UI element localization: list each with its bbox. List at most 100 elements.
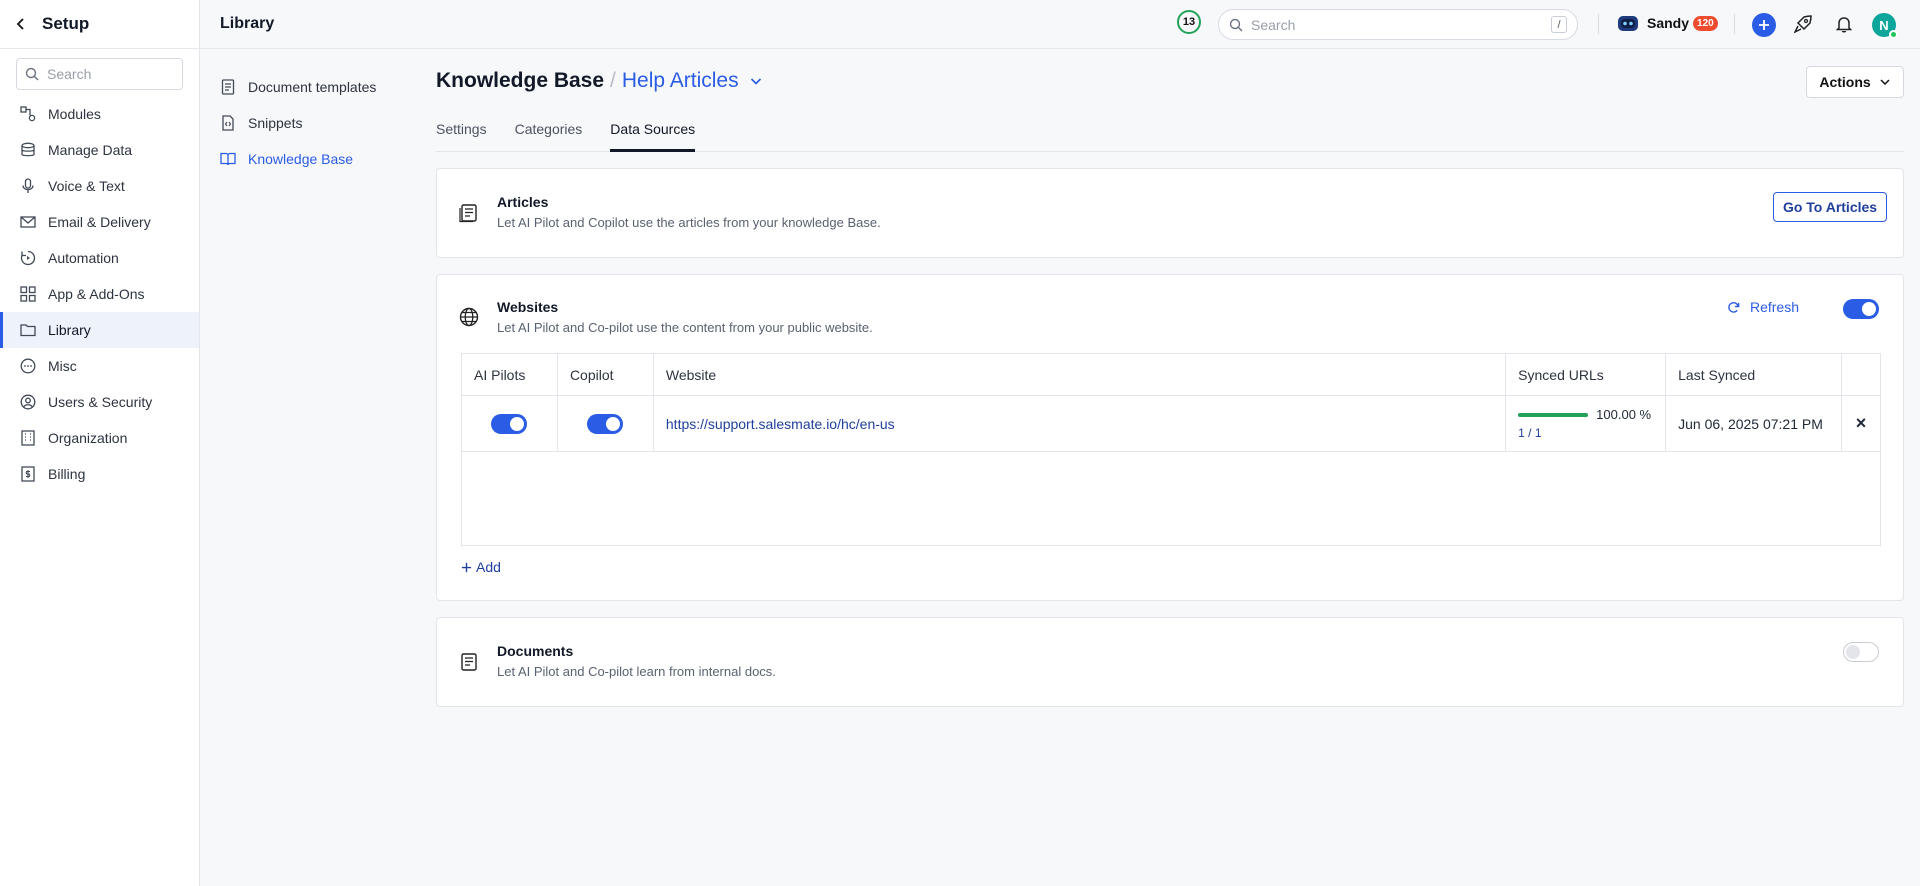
- sidebar-item-label: Modules: [48, 106, 101, 122]
- library-item-snippets[interactable]: Snippets: [200, 105, 430, 141]
- ai-pilots-cell: [461, 395, 558, 452]
- sidebar-item-label: Misc: [48, 358, 77, 374]
- book-icon: [220, 152, 236, 166]
- library-item-document-templates[interactable]: Document templates: [200, 69, 430, 105]
- chevron-left-icon[interactable]: [14, 17, 28, 31]
- column-header-copilot: Copilot: [556, 353, 654, 396]
- sidebar-item-billing[interactable]: Billing: [0, 456, 199, 492]
- tab-bar: Settings Categories Data Sources: [436, 119, 1904, 152]
- sidebar-item-label: Manage Data: [48, 142, 133, 158]
- sidebar-item-organization[interactable]: Organization: [0, 420, 199, 456]
- websites-title: Websites: [497, 299, 559, 315]
- documents-enable-toggle[interactable]: [1843, 642, 1879, 662]
- sidebar-item-users-security[interactable]: Users & Security: [0, 384, 199, 420]
- articles-icon: [459, 204, 477, 223]
- sync-percent-label: 100.00 %: [1596, 407, 1652, 422]
- sync-count: 1 / 1: [1518, 426, 1542, 440]
- sidebar-item-email-delivery[interactable]: Email & Delivery: [0, 204, 199, 240]
- code-file-icon: [222, 115, 234, 131]
- ai-pilots-toggle[interactable]: [491, 413, 528, 434]
- setup-search-input[interactable]: Search: [16, 58, 183, 90]
- sidebar-item-label: Automation: [48, 250, 119, 266]
- actions-button[interactable]: Actions: [1806, 66, 1904, 98]
- folder-icon: [20, 324, 36, 337]
- tab-categories[interactable]: Categories: [515, 119, 583, 152]
- modules-icon: [20, 106, 36, 122]
- sidebar-item-label: Billing: [48, 466, 86, 482]
- avatar[interactable]: N: [1872, 13, 1898, 39]
- mail-icon: [20, 216, 36, 228]
- sidebar-item-manage-data[interactable]: Manage Data: [0, 132, 199, 168]
- column-header-last-synced: Last Synced: [1665, 353, 1842, 396]
- copilot-cell: [556, 395, 654, 452]
- user-menu[interactable]: Sandy 120: [1617, 13, 1718, 33]
- sidebar-item-label: Users & Security: [48, 394, 153, 410]
- table-header-row: AI Pilots Copilot Website Synced URLs La…: [461, 353, 1882, 396]
- notification-count-badge[interactable]: 13: [1177, 10, 1201, 34]
- sidebar-item-label: Voice & Text: [48, 178, 125, 194]
- online-status-dot: [1889, 30, 1898, 39]
- document-icon: [461, 653, 477, 671]
- sidebar-item-modules[interactable]: Modules: [0, 96, 199, 132]
- library-item-label: Knowledge Base: [248, 151, 354, 167]
- search-shortcut-key: /: [1551, 16, 1567, 33]
- setup-title: Setup: [42, 14, 90, 33]
- column-header-ai-pilots: AI Pilots: [461, 353, 558, 396]
- breadcrumb-separator: /: [610, 69, 616, 92]
- microphone-icon: [22, 178, 34, 193]
- sidebar-item-library[interactable]: Library: [0, 312, 199, 348]
- add-label: Add: [476, 559, 501, 575]
- add-website-button[interactable]: Add: [461, 559, 501, 575]
- sidebar-item-label: App & Add-Ons: [48, 286, 145, 302]
- library-item-label: Snippets: [248, 115, 303, 131]
- chevron-down-icon: [1880, 79, 1890, 86]
- breadcrumb: Knowledge Base / Help Articles: [436, 69, 763, 93]
- breadcrumb-current[interactable]: Help Articles: [622, 69, 739, 93]
- rocket-icon[interactable]: [1794, 15, 1812, 33]
- globe-icon: [459, 307, 479, 327]
- sidebar-item-voice-text[interactable]: Voice & Text: [0, 168, 199, 204]
- quick-add-button[interactable]: [1752, 13, 1776, 37]
- library-subnav: Library Document templates Snippets Know…: [200, 0, 430, 886]
- sidebar-item-label: Library: [48, 322, 91, 338]
- chevron-down-icon[interactable]: [749, 74, 763, 88]
- plus-icon: [1759, 20, 1769, 30]
- search-icon: [25, 67, 39, 81]
- sync-progress-bar: [1518, 412, 1589, 417]
- setup-header: Setup: [0, 0, 199, 49]
- table-row: https://support.salesmate.io/hc/en-us 10…: [461, 395, 1882, 452]
- bell-icon[interactable]: [1835, 15, 1853, 33]
- articles-description: Let AI Pilot and Copilot use the article…: [497, 215, 881, 230]
- breadcrumb-root[interactable]: Knowledge Base: [436, 69, 604, 93]
- library-item-label: Document templates: [248, 79, 377, 95]
- go-to-articles-button[interactable]: Go To Articles: [1773, 192, 1887, 222]
- sidebar-item-label: Email & Delivery: [48, 214, 151, 230]
- tab-settings[interactable]: Settings: [436, 119, 487, 152]
- billing-icon: [21, 466, 35, 482]
- documents-description: Let AI Pilot and Co-pilot learn from int…: [497, 664, 776, 679]
- tab-data-sources[interactable]: Data Sources: [610, 119, 696, 152]
- sidebar-item-automation[interactable]: Automation: [0, 240, 199, 276]
- search-icon: [1229, 18, 1243, 31]
- setup-sidebar: Setup Search Modules Manage Data Voice &…: [0, 0, 200, 886]
- websites-table: AI Pilots Copilot Website Synced URLs La…: [461, 353, 1882, 452]
- sidebar-item-apps[interactable]: App & Add-Ons: [0, 276, 199, 312]
- column-header-synced-urls: Synced URLs: [1505, 353, 1667, 396]
- plus-icon: [461, 562, 472, 572]
- websites-description: Let AI Pilot and Co-pilot use the conten…: [497, 320, 873, 335]
- website-cell: https://support.salesmate.io/hc/en-us: [652, 395, 1507, 452]
- library-item-knowledge-base[interactable]: Knowledge Base: [200, 141, 430, 177]
- website-url-link[interactable]: https://support.salesmate.io/hc/en-us: [666, 416, 895, 432]
- global-search-input[interactable]: Search /: [1218, 9, 1578, 40]
- refresh-icon: [1728, 301, 1740, 313]
- refresh-label: Refresh: [1749, 299, 1799, 315]
- divider: [1734, 14, 1735, 34]
- grid-icon: [20, 286, 36, 302]
- websites-enable-toggle[interactable]: [1843, 299, 1879, 319]
- sidebar-item-misc[interactable]: Misc: [0, 348, 199, 384]
- actions-label: Actions: [1819, 74, 1871, 90]
- database-icon: [21, 142, 35, 157]
- refresh-button[interactable]: Refresh: [1727, 299, 1799, 315]
- remove-row-button[interactable]: ×: [1856, 413, 1867, 433]
- copilot-toggle[interactable]: [587, 413, 624, 434]
